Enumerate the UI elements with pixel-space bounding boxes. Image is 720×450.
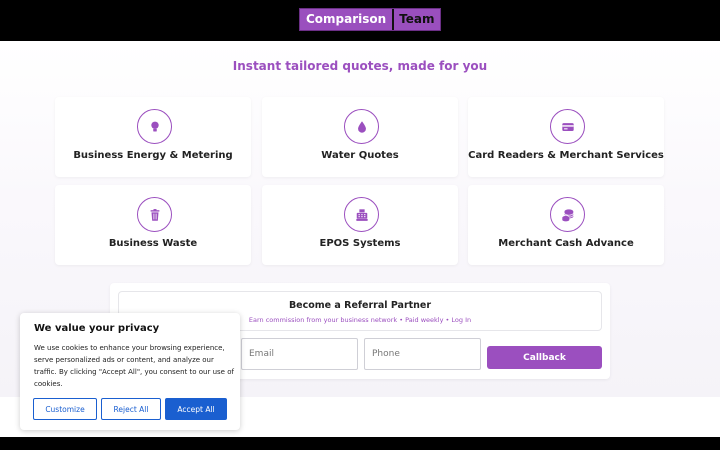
top-bar: Comparison Team: [0, 0, 720, 41]
credit-card-icon: [550, 109, 585, 144]
referral-title: Become a Referral Partner: [288, 300, 432, 311]
service-card-merchant-cash-advance[interactable]: Merchant Cash Advance: [468, 185, 664, 265]
service-card-label: Merchant Cash Advance: [498, 238, 634, 249]
service-card-card-readers[interactable]: Card Readers & Merchant Services: [468, 97, 664, 177]
lightbulb-icon: [137, 109, 172, 144]
service-card-label: EPOS Systems: [319, 238, 401, 249]
service-card-label: Card Readers & Merchant Services: [468, 150, 664, 161]
coins-icon: [550, 197, 585, 232]
service-card-label: Business Waste: [108, 238, 198, 249]
tagline: Instant tailored quotes, made for you: [232, 59, 488, 73]
footer-bar: [0, 437, 720, 450]
logo-text-team: Team: [392, 9, 440, 30]
service-card-business-energy[interactable]: Business Energy & Metering: [55, 97, 251, 177]
cookie-consent-dialog: We value your privacy We use cookies to …: [20, 313, 240, 430]
service-card-label: Business Energy & Metering: [73, 150, 233, 161]
reject-all-button[interactable]: Reject All: [101, 398, 161, 420]
callback-button[interactable]: Callback: [487, 346, 602, 369]
email-field[interactable]: [241, 338, 358, 370]
service-card-label: Water Quotes: [321, 150, 399, 161]
service-card-water-quotes[interactable]: Water Quotes: [262, 97, 458, 177]
water-drop-icon: [344, 109, 379, 144]
phone-field[interactable]: [364, 338, 481, 370]
trash-bin-icon: [137, 197, 172, 232]
cash-register-icon: [344, 197, 379, 232]
logo-text-comparison: Comparison: [300, 9, 393, 30]
accept-all-button[interactable]: Accept All: [165, 398, 227, 420]
cookie-description: We use cookies to enhance your browsing …: [34, 344, 234, 388]
service-card-epos-systems[interactable]: EPOS Systems: [262, 185, 458, 265]
service-card-business-waste[interactable]: Business Waste: [55, 185, 251, 265]
customize-button[interactable]: Customize: [33, 398, 97, 420]
site-logo[interactable]: Comparison Team: [299, 8, 441, 31]
cookie-title: We value your privacy: [34, 323, 160, 334]
